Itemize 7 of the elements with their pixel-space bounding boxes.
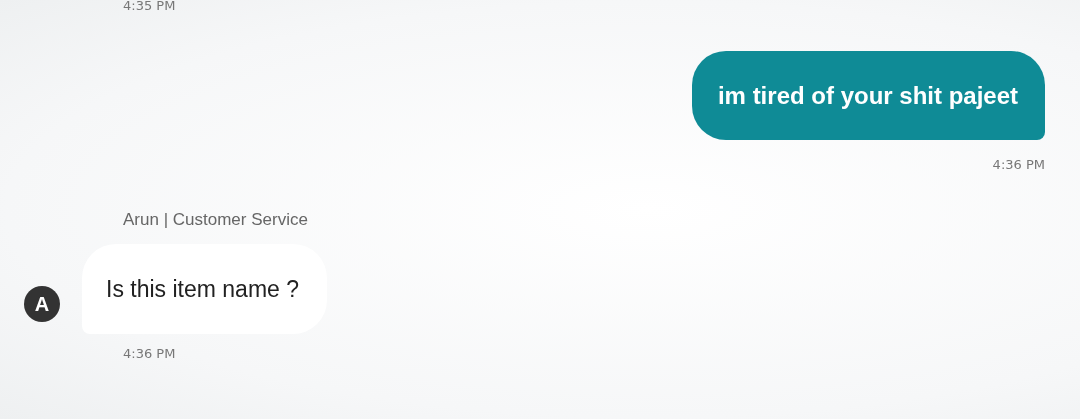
message-time: 4:36 PM bbox=[992, 157, 1045, 172]
sender-name: Arun | Customer Service bbox=[123, 210, 308, 230]
message-bubble: Is this item name ? bbox=[82, 244, 328, 334]
message-bubble: im tired of your shit pajeet bbox=[691, 51, 1045, 140]
message-time: 4:36 PM bbox=[123, 346, 176, 361]
message-time: 4:35 PM bbox=[123, 0, 176, 13]
avatar: A bbox=[24, 286, 60, 322]
